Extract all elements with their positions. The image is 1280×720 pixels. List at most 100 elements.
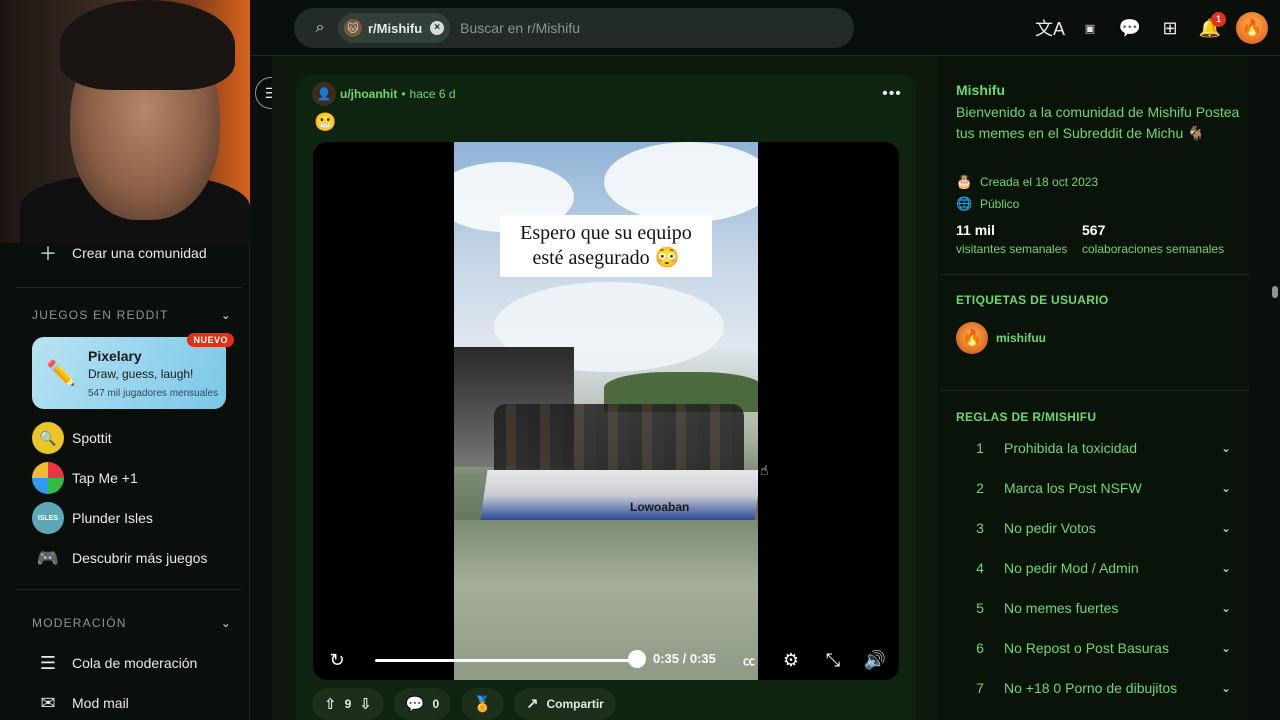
scrollbar[interactable] [1272,286,1278,298]
rules-heading: REGLAS DE R/MISHIFU [956,410,1097,424]
rule-text: No memes fuertes [1004,600,1119,616]
boat [480,470,758,520]
cloud [604,142,758,222]
rule-item[interactable]: 3 No pedir Votos ⌄ [956,508,1238,548]
discover-games-link[interactable]: 🎮 Descubrir más juegos [32,542,208,574]
community-description: Bienvenido a la comunidad de Mishifu Pos… [956,104,1240,141]
sidebar-item-label: Plunder Isles [72,510,153,526]
chevron-down-icon[interactable]: ⌄ [1214,681,1238,695]
captions-icon[interactable]: ㏄ [735,646,763,674]
create-community-label: Crear una comunidad [72,245,207,261]
rule-item[interactable]: 7 No +18 0 Porno de dibujitos ⌄ [956,668,1238,708]
rule-number: 2 [976,480,984,496]
tiles-icon [32,462,64,494]
chevron-down-icon[interactable]: ⌄ [1214,561,1238,575]
separator-dot: • [401,87,406,101]
boat-label: Lowoaban [630,500,690,514]
bell-icon[interactable]: 🔔 1 [1190,8,1230,48]
rule-text: No +18 0 Porno de dibujitos [1004,680,1178,696]
rule-item[interactable]: 6 No Repost o Post Basuras ⌄ [956,628,1238,668]
globe-icon: 🌐 [956,196,973,211]
sidebar-item-mod-mail[interactable]: ✉ Mod mail [32,687,129,719]
seek-bar[interactable] [375,659,637,662]
fullscreen-icon[interactable]: ⤡ [819,646,847,674]
post-card[interactable]: 👤 u/jhoanhit • hace 6 d ••• 😬 Lowoaban E… [296,74,916,720]
create-community-link[interactable]: ＋ Crear una comunidad [32,237,207,269]
rule-number: 5 [976,600,984,616]
award-button[interactable]: 🏅 [461,688,504,720]
visitors-number: 11 mil [956,222,995,238]
sidebar-item-label: Cola de moderación [72,655,198,671]
replay-icon[interactable]: ↻ [323,646,351,674]
user-avatar[interactable]: 🔥 [1236,12,1268,44]
chevron-down-icon[interactable]: ⌄ [1214,641,1238,655]
search-bar[interactable]: ⌕ 🐱 r/Mishifu × Buscar en r/Mishifu [294,8,854,48]
chevron-down-icon[interactable]: ⌄ [1214,441,1238,455]
award-icon: 🏅 [473,696,492,713]
post-body: 😬 [314,112,337,132]
chat-icon[interactable]: 💬 [1110,8,1150,48]
sidebar-divider [16,287,242,288]
moderation-heading[interactable]: MODERACIÓN ⌄ [32,616,232,630]
caption-line-1: Espero que su equipo [520,222,692,244]
create-icon[interactable]: ⊞ [1150,8,1190,48]
games-heading-label: JUEGOS EN REDDIT [32,308,169,322]
rule-item[interactable]: 4 No pedir Mod / Admin ⌄ [956,548,1238,588]
rule-item[interactable]: 1 Prohibida la toxicidad ⌄ [956,428,1238,468]
rule-item[interactable]: 5 No memes fuertes ⌄ [956,588,1238,628]
left-sidebar: ＋ Crear una comunidad JUEGOS EN REDDIT ⌄… [0,0,250,720]
sidebar-item-label: Mod mail [72,695,129,711]
upvote-icon[interactable]: ⇧ [324,695,337,713]
games-heading[interactable]: JUEGOS EN REDDIT ⌄ [32,308,232,322]
ads-icon[interactable]: ▣ [1070,8,1110,48]
sidebar-item-label: Tap Me +1 [72,470,138,486]
seek-handle[interactable] [628,650,646,668]
rule-number: 4 [976,560,984,576]
user-flair[interactable]: 🔥 mishifuu [956,322,1046,354]
sidebar-item-mod-queue[interactable]: ☰ Cola de moderación [32,647,197,679]
queue-icon: ☰ [39,652,57,673]
pixelary-title: Pixelary [88,348,142,364]
share-label: Compartir [546,697,604,711]
new-badge: NUEVO [187,333,234,347]
downvote-icon[interactable]: ⇩ [359,695,372,713]
sidebar-item-plunder-isles[interactable]: ISLES Plunder Isles [32,502,153,534]
video-caption: Espero que su equipo esté asegurado 😳 [500,215,712,277]
share-button[interactable]: ↗ Compartir [513,688,616,720]
chevron-down-icon[interactable]: ⌄ [1214,481,1238,495]
sidebar-divider [940,274,1250,275]
translate-icon[interactable]: 文A [1030,8,1070,48]
vote-group: ⇧ 9 ⇩ [312,688,384,720]
webcam-hair [60,0,235,90]
rule-text: No pedir Mod / Admin [1004,560,1139,576]
rule-text: No pedir Votos [1004,520,1096,536]
post-actions: ⇧ 9 ⇩ 💬 0 🏅 ↗ Compartir [312,688,616,720]
visibility-label: Público [980,197,1020,211]
community-sidebar: Mishifu Bienvenido a la comunidad de Mis… [940,56,1250,720]
sidebar-item-tapme[interactable]: Tap Me +1 [32,462,138,494]
rule-item[interactable]: 2 Marca los Post NSFW ⌄ [956,468,1238,508]
more-options-icon[interactable]: ••• [878,80,906,108]
chevron-down-icon: ⌄ [220,308,232,322]
magnifier-icon: 🔍 [32,422,64,454]
plus-icon: ＋ [39,244,57,264]
app: ＋ Crear una comunidad JUEGOS EN REDDIT ⌄… [0,0,1280,720]
moderation-heading-label: MODERACIÓN [32,616,127,630]
volume-icon[interactable]: 🔊 [861,646,889,674]
video-player[interactable]: Lowoaban Espero que su equipo esté asegu… [313,142,899,680]
chevron-down-icon[interactable]: ⌄ [1214,601,1238,615]
community-chip[interactable]: 🐱 r/Mishifu × [338,13,451,43]
community-name: Mishifu [956,82,1005,98]
author-name[interactable]: u/jhoanhit [340,87,397,101]
comments-button[interactable]: 💬 0 [393,688,452,720]
visibility: 🌐 Público [956,196,1019,212]
pixelary-card[interactable]: ✏️ Pixelary Draw, guess, laugh! 547 mil … [32,333,234,409]
gear-icon[interactable]: ⚙ [777,646,805,674]
author-avatar[interactable]: 👤 [312,82,336,106]
sidebar-item-spottit[interactable]: 🔍 Spottit [32,422,112,454]
chevron-down-icon[interactable]: ⌄ [1214,521,1238,535]
discover-games-label: Descubrir más juegos [72,550,208,566]
close-icon[interactable]: × [430,21,445,35]
share-icon: ↗ [525,696,539,713]
search-input[interactable]: Buscar en r/Mishifu [460,20,580,36]
